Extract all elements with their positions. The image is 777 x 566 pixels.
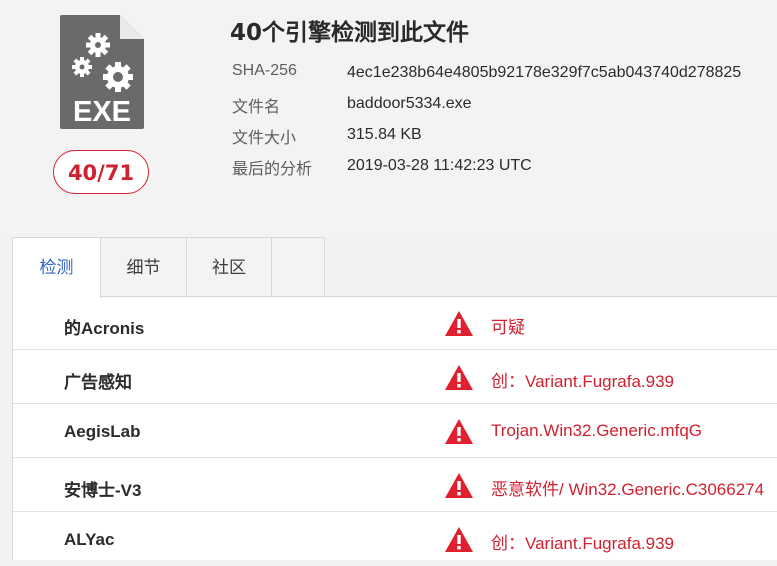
detection-row: 广告感知 创：Variant.Fugrafa.939 bbox=[13, 351, 777, 404]
detection-score-badge: 40/71 bbox=[53, 150, 149, 194]
last-analysis-value: 2019-03-28 11:42:23 UTC bbox=[347, 157, 532, 174]
detection-result: 恶意软件/ Win32.Generic.C3066274 bbox=[491, 480, 765, 499]
meta-label: 文件名 bbox=[232, 99, 281, 116]
filesize-value: 315.84 KB bbox=[347, 126, 422, 143]
meta-row-filename: 文件名 baddoor5334.exe bbox=[232, 87, 777, 118]
page-title: 40个引擎检测到此文件 bbox=[230, 20, 470, 46]
detection-result: 创：Variant.Fugrafa.939 bbox=[491, 534, 674, 553]
filename-value: baddoor5334.exe bbox=[347, 95, 472, 112]
engine-name: 安博士-V3 bbox=[64, 481, 142, 500]
detection-row: ALYac 创：Variant.Fugrafa.939 bbox=[13, 513, 777, 566]
alert-icon bbox=[445, 365, 473, 390]
meta-row-sha256: SHA-256 4ec1e238b64e4805b92178e329f7c5ab… bbox=[232, 56, 777, 87]
engine-name: 广告感知 bbox=[64, 373, 132, 392]
detection-result: Trojan.Win32.Generic.mfqG bbox=[491, 421, 702, 440]
detections-table: 的Acronis 可疑 广告感知 创：Variant.Fugrafa.939 A… bbox=[12, 296, 777, 560]
meta-label: SHA-256 bbox=[232, 62, 297, 79]
meta-row-filesize: 文件大小 315.84 KB bbox=[232, 118, 777, 149]
alert-icon bbox=[445, 311, 473, 336]
tab-empty[interactable] bbox=[271, 237, 325, 296]
detection-result: 可疑 bbox=[491, 318, 525, 337]
detection-result: 创：Variant.Fugrafa.939 bbox=[491, 372, 674, 391]
detection-row: 的Acronis 可疑 bbox=[13, 297, 777, 350]
alert-icon bbox=[445, 527, 473, 552]
engine-name: AegisLab bbox=[64, 422, 141, 441]
exe-label: EXE bbox=[73, 96, 131, 128]
meta-row-last-analysis: 最后的分析 2019-03-28 11:42:23 UTC bbox=[232, 149, 777, 180]
alert-icon bbox=[445, 473, 473, 498]
engine-name: 的Acronis bbox=[64, 319, 145, 338]
engine-name: ALYac bbox=[64, 530, 115, 549]
tab-community[interactable]: 社区 bbox=[186, 237, 272, 296]
alert-icon bbox=[445, 419, 473, 444]
file-metadata: SHA-256 4ec1e238b64e4805b92178e329f7c5ab… bbox=[232, 56, 777, 180]
detection-row: 安博士-V3 恶意软件/ Win32.Generic.C3066274 bbox=[13, 459, 777, 512]
exe-file-icon: EXE bbox=[60, 15, 144, 129]
tab-details[interactable]: 细节 bbox=[100, 237, 187, 296]
detection-row: AegisLab Trojan.Win32.Generic.mfqG bbox=[13, 405, 777, 458]
meta-label: 文件大小 bbox=[232, 130, 297, 147]
sha256-value: 4ec1e238b64e4805b92178e329f7c5ab043740d2… bbox=[347, 64, 742, 81]
tab-detection[interactable]: 检测 bbox=[12, 237, 101, 298]
meta-label: 最后的分析 bbox=[232, 161, 313, 178]
file-summary-header: EXE 40/71 40个引擎检测到此文件 SHA-256 4ec1e238b6… bbox=[0, 0, 777, 237]
